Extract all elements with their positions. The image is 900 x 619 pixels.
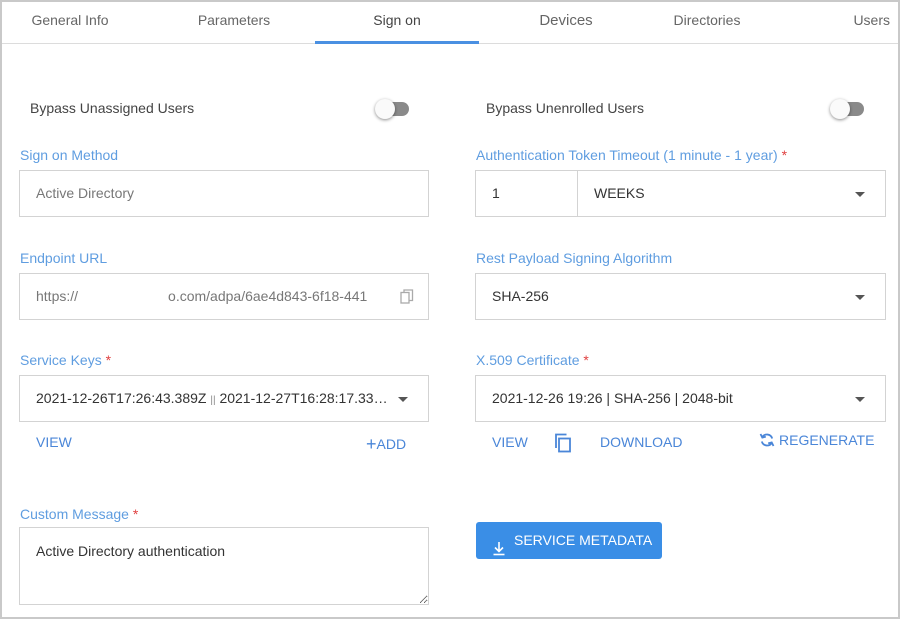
bypass-unenrolled-label: Bypass Unenrolled Users bbox=[486, 100, 644, 116]
required-mark: * bbox=[105, 352, 112, 368]
copy-icon[interactable] bbox=[400, 289, 414, 308]
service-keys-label: Service Keys * bbox=[20, 352, 111, 368]
regenerate-label: REGENERATE bbox=[779, 432, 875, 448]
rest-signing-value: SHA-256 bbox=[492, 288, 549, 304]
endpoint-url-prefix: https:// bbox=[36, 288, 79, 304]
sign-on-panel: General Info Parameters Sign on Devices … bbox=[0, 0, 900, 619]
service-keys-add-button[interactable]: +ADD bbox=[366, 434, 406, 455]
refresh-icon bbox=[759, 432, 775, 451]
chevron-down-icon bbox=[855, 192, 865, 197]
plus-icon: + bbox=[366, 434, 377, 454]
toggle-knob bbox=[375, 99, 395, 119]
sign-on-method-value: Active Directory bbox=[36, 185, 135, 201]
required-mark: * bbox=[132, 506, 139, 522]
service-metadata-label: SERVICE METADATA bbox=[514, 532, 653, 548]
chevron-down-icon bbox=[855, 397, 865, 402]
endpoint-url-suffix: o.com/adpa/6ae4d843-6f18-441 bbox=[168, 288, 368, 304]
custom-message-label: Custom Message * bbox=[20, 506, 138, 522]
auth-token-amount-input[interactable]: 1 bbox=[475, 170, 578, 217]
x509-label: X.509 Certificate * bbox=[476, 352, 589, 368]
service-keys-select[interactable]: 2021-12-26T17:26:43.389Z || 2021-12-27T1… bbox=[19, 375, 429, 422]
bypass-unenrolled-toggle[interactable] bbox=[830, 99, 866, 119]
bypass-unassigned-label: Bypass Unassigned Users bbox=[30, 100, 195, 116]
auth-token-timeout-text: Authentication Token Timeout (1 minute -… bbox=[476, 147, 778, 163]
auth-token-unit-value: WEEKS bbox=[594, 185, 645, 201]
tab-devices[interactable]: Devices bbox=[488, 2, 644, 44]
required-mark: * bbox=[781, 147, 788, 163]
service-keys-value: 2021-12-26T17:26:43.389Z || 2021-12-27T1… bbox=[36, 376, 396, 423]
x509-regenerate-button[interactable]: REGENERATE bbox=[759, 432, 874, 451]
rest-signing-select[interactable]: SHA-256 bbox=[475, 273, 886, 320]
required-mark: * bbox=[583, 352, 589, 368]
tab-bar: General Info Parameters Sign on Devices … bbox=[2, 2, 898, 44]
endpoint-url-label: Endpoint URL bbox=[20, 250, 108, 266]
download-icon bbox=[492, 533, 506, 570]
auth-token-unit-select[interactable]: WEEKS bbox=[577, 170, 886, 217]
add-label: ADD bbox=[376, 436, 407, 452]
service-key-end: 2021-12-27T16:28:17.33… bbox=[219, 390, 388, 406]
sign-on-method-field[interactable]: Active Directory bbox=[19, 170, 429, 217]
custom-message-textarea[interactable] bbox=[19, 527, 429, 605]
toggle-knob bbox=[830, 99, 850, 119]
bypass-unassigned-toggle[interactable] bbox=[375, 99, 411, 119]
redacted-text bbox=[78, 290, 169, 305]
x509-value: 2021-12-26 19:26 | SHA-256 | 2048-bit bbox=[492, 390, 733, 406]
service-key-separator: || bbox=[210, 395, 216, 406]
x509-view-link[interactable]: VIEW bbox=[492, 434, 528, 450]
service-keys-view-link[interactable]: VIEW bbox=[36, 434, 72, 450]
service-key-start: 2021-12-26T17:26:43.389Z bbox=[36, 390, 207, 406]
tab-users[interactable]: Users bbox=[792, 2, 898, 44]
x509-text: X.509 Certificate bbox=[476, 352, 580, 368]
copy-icon[interactable] bbox=[554, 433, 572, 458]
custom-message-text: Custom Message bbox=[20, 506, 129, 522]
chevron-down-icon bbox=[398, 397, 408, 402]
x509-select[interactable]: 2021-12-26 19:26 | SHA-256 | 2048-bit bbox=[475, 375, 886, 422]
auth-token-timeout-label: Authentication Token Timeout (1 minute -… bbox=[476, 147, 787, 163]
tab-parameters[interactable]: Parameters bbox=[158, 2, 310, 44]
chevron-down-icon bbox=[855, 295, 865, 300]
tab-sign-on[interactable]: Sign on bbox=[315, 2, 479, 44]
auth-token-amount-value: 1 bbox=[492, 185, 500, 201]
x509-download-link[interactable]: DOWNLOAD bbox=[600, 434, 682, 450]
rest-signing-label: Rest Payload Signing Algorithm bbox=[476, 250, 673, 266]
sign-on-method-label: Sign on Method bbox=[20, 147, 119, 163]
service-metadata-button[interactable]: SERVICE METADATA bbox=[476, 522, 662, 559]
tab-directories[interactable]: Directories bbox=[632, 2, 782, 44]
endpoint-url-field[interactable]: https:// o.com/adpa/6ae4d843-6f18-441 bbox=[19, 273, 429, 320]
service-keys-text: Service Keys bbox=[20, 352, 102, 368]
endpoint-url-value: https:// o.com/adpa/6ae4d843-6f18-441 bbox=[36, 274, 386, 319]
tab-general-info[interactable]: General Info bbox=[2, 2, 138, 44]
